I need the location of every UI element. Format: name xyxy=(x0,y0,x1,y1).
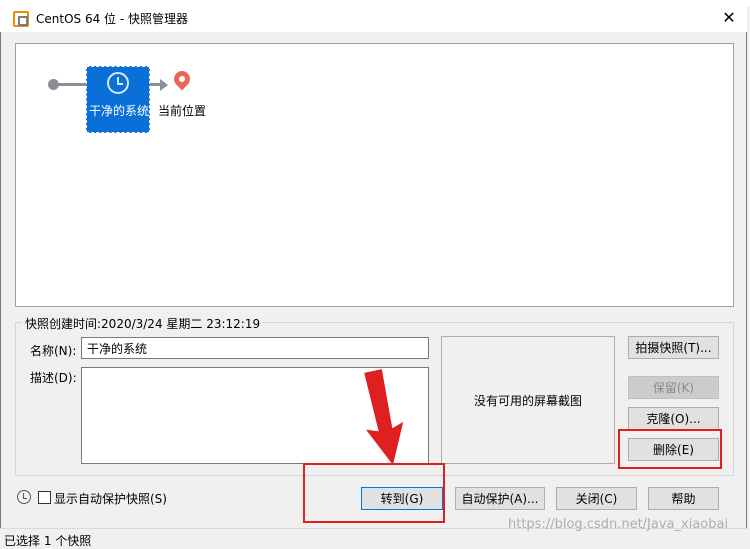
snapshot-node-label: 干净的系统 xyxy=(88,104,149,118)
history-icon xyxy=(17,490,31,504)
watermark: https://blog.csdn.net/Java_xiaobai xyxy=(508,517,729,532)
preview-message: 没有可用的屏幕截图 xyxy=(473,393,582,408)
keep-button[interactable]: 保留(K) xyxy=(628,376,719,399)
help-button[interactable]: 帮助 xyxy=(648,487,719,510)
description-label: 描述(D): xyxy=(30,371,77,385)
snapshot-created-time: 快照创建时间:2020/3/24 星期二 23:12:19 xyxy=(22,315,264,332)
annotation-arrow-icon xyxy=(364,369,404,465)
screenshot-preview: 没有可用的屏幕截图 xyxy=(441,336,615,464)
vmware-icon xyxy=(13,11,29,27)
clone-button[interactable]: 克隆(O)... xyxy=(628,407,719,430)
close-icon[interactable]: ✕ xyxy=(716,7,742,29)
take-snapshot-button[interactable]: 拍摄快照(T)... xyxy=(628,336,719,359)
name-field[interactable]: 干净的系统 xyxy=(81,337,429,359)
delete-highlight-box xyxy=(618,429,722,469)
window-title: CentOS 64 位 - 快照管理器 xyxy=(36,12,188,26)
tree-connector xyxy=(58,83,88,86)
goto-highlight-box xyxy=(303,463,445,523)
status-text: 已选择 1 个快照 xyxy=(4,534,92,548)
autoprotect-button[interactable]: 自动保护(A)... xyxy=(455,487,545,510)
current-position-label: 当前位置 xyxy=(158,104,207,118)
show-autoprotect-checkbox[interactable] xyxy=(38,491,51,504)
show-autoprotect-label[interactable]: 显示自动保护快照(S) xyxy=(54,490,167,507)
close-button[interactable]: 关闭(C) xyxy=(556,487,637,510)
tree-arrow-icon xyxy=(160,79,168,91)
name-label: 名称(N): xyxy=(30,344,77,358)
clock-icon xyxy=(107,72,129,94)
created-value: 2020/3/24 星期二 23:12:19 xyxy=(101,317,261,331)
created-label: 快照创建时间: xyxy=(25,317,102,331)
